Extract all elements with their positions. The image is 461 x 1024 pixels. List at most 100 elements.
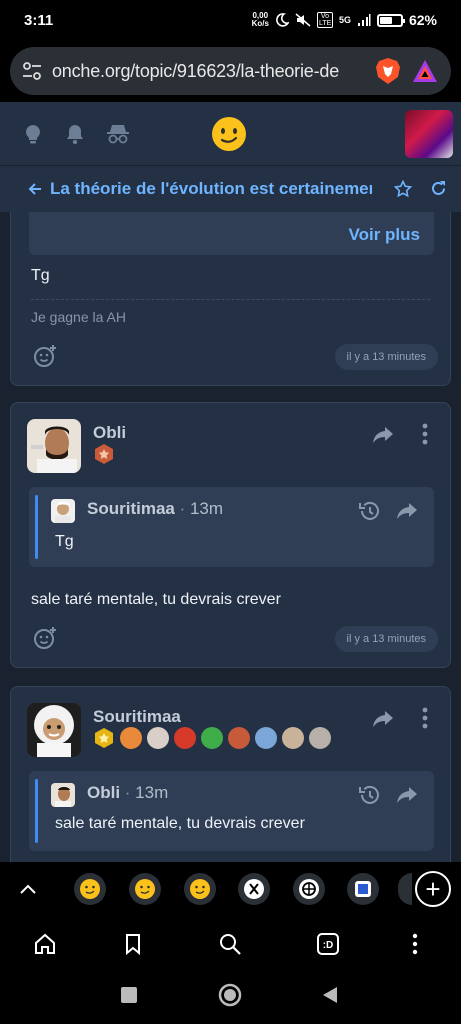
signal-label: 5G: [338, 15, 351, 25]
quote-author[interactable]: Souritimaa · 13m: [87, 499, 223, 519]
post-card: Voir plus Tg Je gagne la AH il y a 13 mi…: [10, 212, 451, 386]
badge-icon: [174, 727, 196, 749]
bookmark-icon[interactable]: [121, 932, 145, 956]
gold-star-badge-icon: [95, 728, 113, 748]
post-timestamp: il y a 13 minutes: [334, 626, 438, 652]
tab-smiley-icon[interactable]: [184, 873, 216, 905]
status-bar: 3:11 0,00 Ko/s Vo LTE 5G 62%: [0, 0, 461, 40]
system-nav-bar: [0, 972, 461, 1024]
quoted-message: Obli · 13m sale taré mentale, tu devrais…: [29, 771, 434, 851]
browser-toolbar: onche.org/topic/916623/la-theorie-de: [0, 40, 461, 102]
post-text: sale taré mentale, tu devrais crever: [31, 591, 281, 608]
quote-separator: ·: [174, 499, 190, 518]
tab-smiley-icon[interactable]: [129, 873, 161, 905]
tab-more-icon[interactable]: [398, 873, 412, 905]
more-options-icon[interactable]: [422, 707, 428, 729]
home-button-icon[interactable]: [218, 983, 242, 1007]
quote-author-avatar[interactable]: [51, 783, 75, 807]
mute-icon: [295, 13, 311, 27]
user-avatar[interactable]: [405, 110, 453, 158]
post-text: Tg: [31, 267, 50, 284]
moon-icon: [276, 13, 289, 27]
brave-rewards-icon[interactable]: [411, 58, 439, 84]
collapsed-quote: Voir plus: [29, 212, 434, 255]
badge-icon: [255, 727, 277, 749]
tab-smiley-icon[interactable]: [74, 873, 106, 905]
badge-icon: [201, 727, 223, 749]
volte-badge: Vo LTE: [316, 12, 333, 28]
share-icon[interactable]: [372, 709, 394, 729]
topic-title[interactable]: La théorie de l'évolution est certaineme…: [50, 179, 372, 199]
add-reaction-icon[interactable]: [33, 344, 57, 368]
address-bar[interactable]: onche.org/topic/916623/la-theorie-de: [10, 47, 451, 95]
bell-icon[interactable]: [64, 123, 86, 145]
topic-actions: [394, 180, 447, 198]
badge-icon: [147, 727, 169, 749]
badge-icon: [228, 727, 250, 749]
history-icon[interactable]: [358, 500, 380, 522]
lightbulb-icon[interactable]: [22, 123, 44, 145]
recents-icon[interactable]: [120, 986, 138, 1004]
quote-text: sale taré mentale, tu devrais crever: [55, 815, 305, 832]
net-speed-unit: Ko/s: [251, 19, 269, 28]
svg-text::D: :D: [323, 940, 334, 951]
tab-globe-icon[interactable]: [293, 873, 325, 905]
badge-icon: [120, 727, 142, 749]
post-signature: Je gagne la AH: [31, 309, 126, 325]
site-header: [0, 102, 461, 166]
battery-icon: [376, 13, 405, 27]
site-settings-icon[interactable]: [22, 62, 42, 80]
voir-plus-link[interactable]: Voir plus: [349, 225, 420, 245]
search-icon[interactable]: [218, 932, 242, 956]
star-icon[interactable]: [394, 180, 412, 198]
home-icon[interactable]: [33, 932, 57, 956]
tab-strip: +: [0, 862, 461, 916]
signal-icon: [357, 14, 371, 26]
quote-accent-bar: [35, 779, 38, 843]
badge-icon: [309, 727, 331, 749]
signature-divider: [31, 299, 430, 300]
menu-more-icon[interactable]: [403, 932, 427, 956]
posts-list: Voir plus Tg Je gagne la AH il y a 13 mi…: [0, 212, 461, 862]
add-reaction-icon[interactable]: [33, 626, 57, 650]
back-button-icon[interactable]: [321, 985, 339, 1005]
screen: 3:11 0,00 Ko/s Vo LTE 5G 62% onche.org/t…: [0, 0, 461, 1024]
rank-badge-icon: [95, 444, 113, 464]
site-logo-smiley-icon[interactable]: [211, 116, 247, 152]
quote-time: 13m: [135, 783, 169, 802]
battery-percent: 62%: [408, 12, 437, 28]
browser-nav-bar: :D: [0, 916, 461, 972]
back-arrow-icon[interactable]: [28, 182, 42, 196]
url-text[interactable]: onche.org/topic/916623/la-theorie-de: [52, 61, 365, 82]
incognito-icon[interactable]: [106, 123, 130, 145]
refresh-icon[interactable]: [430, 180, 447, 197]
net-speed: 0,00 Ko/s: [252, 12, 269, 28]
share-icon[interactable]: [372, 425, 394, 445]
post-card: Souritimaa Obli · 13m sale taré mentale,…: [10, 686, 451, 862]
brave-shield-icon[interactable]: [375, 57, 401, 85]
author-avatar[interactable]: [27, 419, 81, 473]
post-timestamp: il y a 13 minutes: [334, 344, 438, 370]
quote-author[interactable]: Obli · 13m: [87, 783, 168, 803]
battery-fill: [379, 16, 393, 24]
quoted-message: Souritimaa · 13m Tg: [29, 487, 434, 567]
post-author[interactable]: Souritimaa: [93, 707, 181, 727]
more-options-icon[interactable]: [422, 423, 428, 445]
quote-author-avatar[interactable]: [51, 499, 75, 523]
tab-site-icon[interactable]: [347, 873, 379, 905]
share-icon[interactable]: [396, 785, 418, 805]
share-icon[interactable]: [396, 501, 418, 521]
author-avatar[interactable]: [27, 703, 81, 757]
status-time: 3:11: [24, 11, 54, 29]
quote-accent-bar: [35, 495, 38, 559]
tab-x-icon[interactable]: [238, 873, 270, 905]
new-tab-plus-icon[interactable]: +: [415, 871, 451, 907]
history-icon[interactable]: [358, 784, 380, 806]
quote-author-name[interactable]: Obli: [87, 783, 120, 802]
topic-title-bar: La théorie de l'évolution est certaineme…: [0, 166, 461, 212]
quote-time: 13m: [189, 499, 224, 518]
chevron-up-icon[interactable]: [19, 883, 37, 895]
tabs-count-icon[interactable]: :D: [316, 932, 340, 956]
post-author[interactable]: Obli: [93, 423, 126, 443]
quote-author-name[interactable]: Souritimaa: [87, 499, 175, 518]
